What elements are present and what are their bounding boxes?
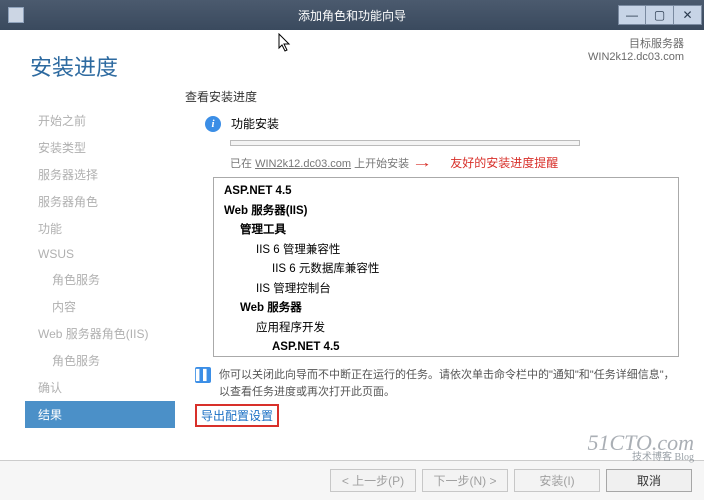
nav-item-1: 安装类型 (30, 134, 175, 161)
feature-item: IIS 管理控制台 (224, 280, 678, 300)
nav-item-0: 开始之前 (30, 107, 175, 134)
info-label: 功能安装 (231, 115, 279, 132)
page-title: 安装进度 (30, 50, 175, 82)
install-status: 已在 WIN2k12.dc03.com 上开始安装 → 友好的安装进度提醒 (230, 154, 689, 171)
footer: < 上一步(P) 下一步(N) > 安装(I) 取消 (0, 460, 704, 500)
maximize-button[interactable]: ▢ (646, 5, 674, 25)
section-label: 查看安装进度 (185, 88, 689, 105)
install-button: 安装(I) (514, 469, 600, 492)
feature-item: IIS 6 元数据库兼容性 (224, 260, 678, 280)
info-icon: i (205, 116, 221, 132)
feature-item: Web 服务器(IIS) (224, 202, 678, 222)
titlebar: 添加角色和功能向导 — ▢ ✕ (0, 0, 704, 30)
nav-item-2: 服务器选择 (30, 161, 175, 188)
nav-item-6: 角色服务 (30, 266, 175, 293)
server-info: 目标服务器 WIN2k12.dc03.com (588, 35, 684, 63)
server-host: WIN2k12.dc03.com (588, 51, 684, 63)
nav-item-4: 功能 (30, 215, 175, 242)
minimize-button[interactable]: — (618, 5, 646, 25)
nav-item-3: 服务器角色 (30, 188, 175, 215)
annotation-arrow-icon: → (412, 154, 433, 170)
next-button: 下一步(N) > (422, 469, 508, 492)
nav-item-7: 内容 (30, 293, 175, 320)
prev-button: < 上一步(P) (330, 469, 416, 492)
annotation-text: 友好的安装进度提醒 (450, 156, 558, 170)
note-text: 你可以关闭此向导而不中断正在运行的任务。请依次单击命令栏中的"通知"和"任务详细… (219, 367, 679, 400)
close-button[interactable]: ✕ (674, 5, 702, 25)
nav-item-11: 结果 (25, 401, 175, 428)
nav-item-10: 确认 (30, 374, 175, 401)
status-host: WIN2k12.dc03.com (255, 158, 351, 170)
feature-item: ASP.NET 4.5 (224, 182, 678, 202)
note-row: ▌▌ 你可以关闭此向导而不中断正在运行的任务。请依次单击命令栏中的"通知"和"任… (195, 367, 679, 400)
feature-item: ASP.NET 4.5 (224, 338, 678, 357)
cancel-button[interactable]: 取消 (606, 469, 692, 492)
app-icon (8, 7, 24, 23)
sidebar: 安装进度 开始之前安装类型服务器选择服务器角色功能WSUS角色服务内容Web 服… (0, 30, 175, 460)
nav-item-9: 角色服务 (30, 347, 175, 374)
progress-wrap (230, 140, 689, 146)
export-settings-link[interactable]: 导出配置设置 (195, 404, 279, 427)
progress-bar (230, 140, 580, 146)
flag-icon: ▌▌ (195, 367, 211, 383)
feature-list[interactable]: ASP.NET 4.5Web 服务器(IIS)管理工具IIS 6 管理兼容性II… (213, 177, 679, 357)
feature-item: IIS 6 管理兼容性 (224, 241, 678, 261)
feature-item: 管理工具 (224, 221, 678, 241)
nav-item-8: Web 服务器角色(IIS) (30, 320, 175, 347)
window-buttons: — ▢ ✕ (618, 5, 702, 25)
info-row: i 功能安装 (205, 115, 689, 132)
main-pane: 目标服务器 WIN2k12.dc03.com 查看安装进度 i 功能安装 已在 … (175, 30, 704, 460)
nav-item-5: WSUS (30, 242, 175, 266)
server-label: 目标服务器 (588, 35, 684, 51)
feature-item: Web 服务器 (224, 299, 678, 319)
feature-item: 应用程序开发 (224, 319, 678, 339)
window-title: 添加角色和功能向导 (298, 7, 406, 24)
